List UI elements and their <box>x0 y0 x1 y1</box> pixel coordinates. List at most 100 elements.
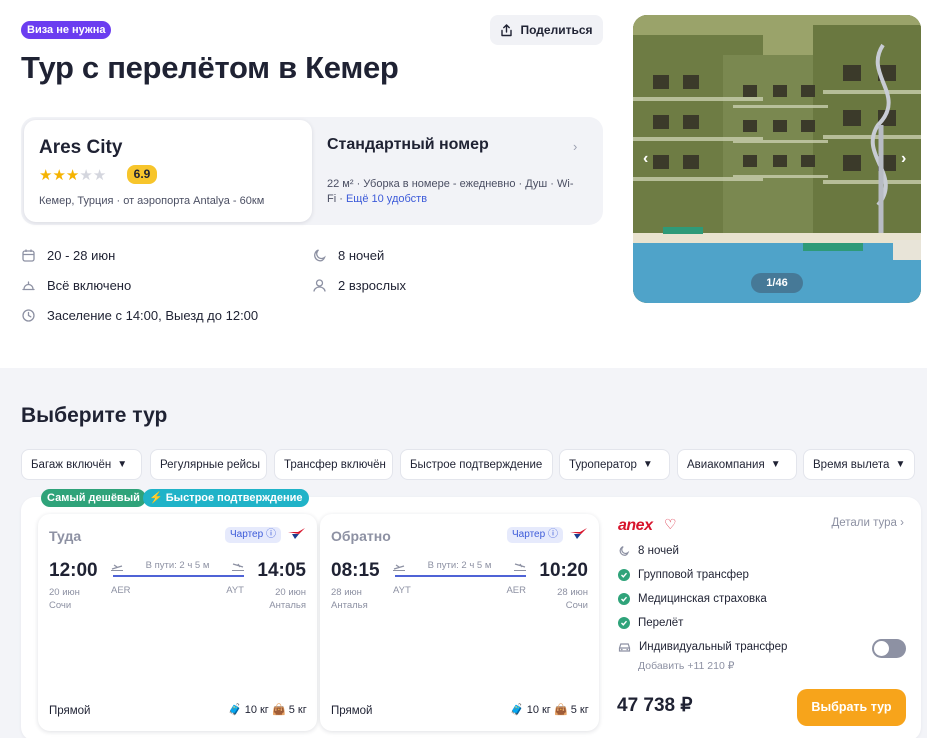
moon-icon <box>314 249 326 262</box>
airline-logo-icon <box>570 528 587 539</box>
chevron-right-icon[interactable]: › <box>573 139 577 154</box>
info-icon: ⓘ <box>265 529 276 540</box>
tour-details-link[interactable]: Детали тура › <box>831 517 904 529</box>
hand-luggage-weight: 5 кг <box>570 703 589 716</box>
hand-luggage-allowance: 👜 5 кг <box>272 703 307 717</box>
share-button[interactable]: Поделиться <box>490 15 603 45</box>
filter-fast-confirm[interactable]: Быстрое подтверждение <box>400 449 553 480</box>
hotel-room-card: Ares City ★★★★★ 6.9 Кемер, Турция · от а… <box>21 117 603 225</box>
baggage-weight: 10 кг <box>526 703 551 716</box>
flight-route: В пути: 2 ч 5 м AYT AER <box>393 560 526 600</box>
filter-transfer[interactable]: Трансфер включён <box>274 449 393 480</box>
hotel-stars: ★★★★★ <box>39 166 106 184</box>
section-title: Выберите тур <box>21 404 168 427</box>
check-icon <box>618 617 630 629</box>
tour-selection-section: Выберите тур Багаж включён ▼ Регулярные … <box>0 368 927 738</box>
cloche-icon <box>22 281 35 291</box>
departure-city: Сочи <box>49 600 72 611</box>
charter-label: Чартер <box>230 529 264 540</box>
individual-transfer-toggle[interactable] <box>872 639 906 658</box>
share-label: Поделиться <box>520 23 593 37</box>
room-title[interactable]: Стандартный номер <box>327 136 489 154</box>
info-icon: ⓘ <box>547 529 558 540</box>
route-line <box>395 575 526 577</box>
route-line <box>113 575 244 577</box>
flight-duration: В пути: 2 ч 5 м <box>427 560 492 571</box>
filter-label: Регулярные рейсы <box>160 458 261 471</box>
check-icon <box>618 569 630 581</box>
included-item-text: Медицинская страховка <box>638 593 767 605</box>
included-item: Медицинская страховка <box>618 593 767 605</box>
favorite-heart-icon[interactable]: ♡ <box>664 516 677 533</box>
hotel-photo-gallery[interactable]: ‹ › 1/46 <box>633 15 921 303</box>
arrival-city: Сочи <box>565 600 588 611</box>
cheapest-tag: Самый дешёвый <box>41 489 146 507</box>
filter-operator[interactable]: Туроператор ▼ <box>559 449 670 480</box>
baggage-allowance: 🧳 10 кг <box>228 703 269 717</box>
departure-time: 08:15 <box>331 560 380 581</box>
individual-transfer: Индивидуальный трансфер <box>618 641 787 653</box>
arrival-airport-code: AYT <box>226 585 244 596</box>
leg-title: Туда <box>49 528 82 544</box>
landing-icon <box>232 563 244 571</box>
flight-route: В пути: 2 ч 5 м AER AYT <box>111 560 244 600</box>
hotel-box[interactable]: Ares City ★★★★★ 6.9 Кемер, Турция · от а… <box>24 120 312 222</box>
fast-confirm-tag: ⚡ Быстрое подтверждение <box>143 489 309 507</box>
summary-nights: 8 ночей <box>618 545 679 557</box>
departure-date: 28 июн <box>331 587 362 598</box>
arrival-date-city: 20 июн Анталья <box>269 586 306 612</box>
filter-regular-flights[interactable]: Регулярные рейсы <box>150 449 267 480</box>
handbag-icon: 👜 <box>272 704 286 716</box>
individual-transfer-price: Добавить +11 210 ₽ <box>638 660 735 672</box>
chevron-right-icon: › <box>900 517 904 529</box>
charter-badge: Чартер ⓘ <box>507 527 563 543</box>
filter-label: Трансфер включён <box>284 458 386 471</box>
rating-badge: 6.9 <box>127 165 157 184</box>
tour-offer-card: Туда Чартер ⓘ 12:00 20 июн Сочи В пути: 2… <box>21 497 921 738</box>
filter-label: Время вылета <box>813 458 890 471</box>
included-item: Групповой трансфер <box>618 569 749 581</box>
filter-baggage[interactable]: Багаж включён ▼ <box>21 449 142 480</box>
chevron-left-icon[interactable]: ‹ <box>643 150 648 168</box>
hand-luggage-allowance: 👜 5 кг <box>554 703 589 717</box>
baggage-weight: 10 кг <box>244 703 269 716</box>
departure-date-city: 28 июн Анталья <box>331 586 368 612</box>
baggage-allowance: 🧳 10 кг <box>510 703 551 717</box>
fact-guests-text: 2 взрослых <box>338 278 406 293</box>
star-icon: ★ <box>65 167 80 184</box>
calendar-icon <box>22 249 35 262</box>
chevron-right-icon[interactable]: › <box>901 150 906 168</box>
summary-nights-text: 8 ночей <box>638 545 679 557</box>
choose-tour-button[interactable]: Выбрать тур <box>797 689 906 726</box>
person-icon <box>313 279 326 292</box>
included-item: Перелёт <box>618 617 683 629</box>
tour-price: 47 738 ₽ <box>617 695 693 716</box>
flight-type: Прямой <box>49 705 91 717</box>
flight-leg-inbound[interactable]: Обратно Чартер ⓘ 08:15 28 июн Анталья В п… <box>320 514 599 731</box>
departure-date: 20 июн <box>49 587 80 598</box>
fast-confirm-label: Быстрое подтверждение <box>165 492 303 504</box>
takeoff-icon <box>393 564 405 571</box>
departure-airport-code: AER <box>111 585 131 596</box>
flight-leg-outbound[interactable]: Туда Чартер ⓘ 12:00 20 июн Сочи В пути: 2… <box>38 514 317 731</box>
included-item-text: Групповой трансфер <box>638 569 749 581</box>
filter-departure-time[interactable]: Время вылета ▼ <box>803 449 915 480</box>
star-empty-icon: ★ <box>79 167 93 184</box>
lightning-icon: ⚡ <box>149 492 163 504</box>
check-icon <box>618 593 630 605</box>
hand-luggage-weight: 5 кг <box>288 703 307 716</box>
flight-duration: В пути: 2 ч 5 м <box>145 560 210 571</box>
charter-badge: Чартер ⓘ <box>225 527 281 543</box>
included-item-text: Перелёт <box>638 617 684 629</box>
flight-type: Прямой <box>331 705 373 717</box>
more-amenities-link[interactable]: Ещё 10 удобств <box>346 193 427 205</box>
photo-counter: 1/46 <box>751 273 803 293</box>
arrival-city: Анталья <box>269 600 306 611</box>
individual-transfer-text: Индивидуальный трансфер <box>639 641 788 653</box>
arrival-date-city: 28 июн Сочи <box>557 586 588 612</box>
filter-label: Авиакомпания <box>687 458 765 471</box>
hotel-photo <box>633 15 921 303</box>
filter-airline[interactable]: Авиакомпания ▼ <box>677 449 797 480</box>
landing-icon <box>514 563 526 571</box>
arrival-time: 14:05 <box>257 560 306 581</box>
